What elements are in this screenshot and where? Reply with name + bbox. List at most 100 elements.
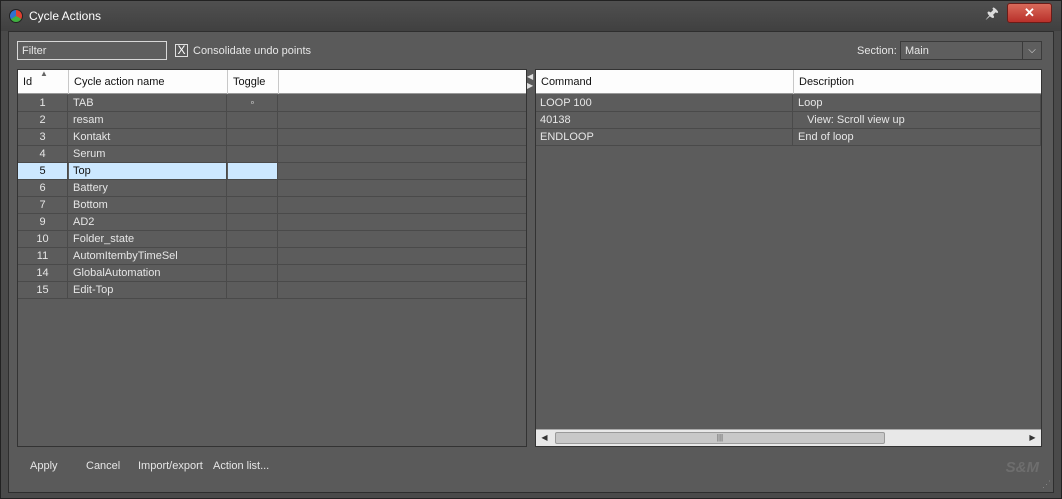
sort-ascending-icon: ▲: [40, 69, 48, 78]
table-row[interactable]: 5 Top: [18, 163, 526, 180]
table-row[interactable]: 9 AD2: [18, 214, 526, 231]
cell-empty: [279, 231, 526, 247]
cell-empty: [279, 197, 526, 213]
cell-toggle: [228, 265, 278, 281]
scroll-right-icon[interactable]: ▶: [1024, 430, 1041, 446]
cell-empty: [279, 146, 526, 162]
cell-description: View: Scroll view up: [794, 112, 1041, 128]
sm-logo: S&M: [1005, 459, 1039, 476]
cell-name: Top: [69, 163, 227, 179]
section-value: Main: [905, 45, 929, 57]
cell-name: TAB: [69, 95, 227, 111]
reaper-icon: [9, 9, 23, 23]
table-row[interactable]: 2 resam: [18, 112, 526, 129]
cell-name: GlobalAutomation: [69, 265, 227, 281]
cell-id: 3: [18, 129, 68, 145]
cell-toggle: [228, 282, 278, 298]
cell-id: 1: [18, 95, 68, 111]
cell-name: Bottom: [69, 197, 227, 213]
table-row[interactable]: 4 Serum: [18, 146, 526, 163]
cell-toggle: ◦: [228, 95, 278, 111]
cell-id: 2: [18, 112, 68, 128]
table-row[interactable]: 40138 View: Scroll view up: [536, 112, 1041, 129]
panel-splitter[interactable]: ◀ ▶: [527, 72, 535, 92]
import-export-button[interactable]: Import/export: [138, 460, 203, 472]
consolidate-undo-checkbox[interactable]: X: [175, 44, 188, 57]
cell-id: 10: [18, 231, 68, 247]
cell-name: Serum: [69, 146, 227, 162]
collapse-right-icon[interactable]: ▶: [527, 81, 535, 90]
cell-id: 5: [18, 163, 68, 179]
table-row[interactable]: 10 Folder_state: [18, 231, 526, 248]
table-row[interactable]: 1 TAB ◦: [18, 95, 526, 112]
filter-input[interactable]: [17, 41, 167, 60]
cell-empty: [279, 163, 526, 179]
cell-id: 4: [18, 146, 68, 162]
cell-toggle: [228, 112, 278, 128]
cell-name: Battery: [69, 180, 227, 196]
horizontal-scrollbar[interactable]: ◀ ||| ▶: [536, 429, 1041, 446]
close-button[interactable]: ✕: [1007, 3, 1052, 23]
table-row[interactable]: ENDLOOP End of loop: [536, 129, 1041, 146]
column-header-description[interactable]: Description: [794, 70, 1041, 94]
cell-id: 11: [18, 248, 68, 264]
collapse-left-icon[interactable]: ◀: [527, 72, 535, 81]
commands-list[interactable]: Command Description LOOP 100 Loop 40138 Vi…: [535, 69, 1042, 447]
cell-toggle: [228, 129, 278, 145]
cycle-actions-window: Cycle Actions 🖈 ✕ X Consolidate undo poi…: [0, 0, 1062, 499]
cell-id: 7: [18, 197, 68, 213]
window-title: Cycle Actions: [29, 9, 102, 23]
table-row[interactable]: 3 Kontakt: [18, 129, 526, 146]
cell-toggle: [228, 214, 278, 230]
column-header-command[interactable]: Command: [536, 70, 794, 94]
cell-name: AD2: [69, 214, 227, 230]
table-row[interactable]: 15 Edit-Top: [18, 282, 526, 299]
cell-name: AutomItembyTimeSel: [69, 248, 227, 264]
cell-empty: [279, 265, 526, 281]
column-header-id[interactable]: Id ▲: [18, 70, 69, 94]
cell-command: LOOP 100: [536, 95, 793, 111]
column-header-id-label: Id: [23, 76, 33, 88]
cell-id: 9: [18, 214, 68, 230]
cell-description: Loop: [794, 95, 1041, 111]
cell-toggle: [228, 231, 278, 247]
table-row[interactable]: 14 GlobalAutomation: [18, 265, 526, 282]
column-header-toggle[interactable]: Toggle: [228, 70, 279, 94]
table-row[interactable]: 11 AutomItembyTimeSel: [18, 248, 526, 265]
cell-description: End of loop: [794, 129, 1041, 145]
cell-name: resam: [69, 112, 227, 128]
section-dropdown[interactable]: Main ⌵: [900, 41, 1042, 60]
table-row[interactable]: 7 Bottom: [18, 197, 526, 214]
cell-toggle: [228, 248, 278, 264]
apply-button[interactable]: Apply: [30, 460, 58, 472]
cell-toggle: [228, 163, 278, 179]
cycle-actions-list[interactable]: Id ▲ Cycle action name Toggle 1 TAB ◦ 2 resa…: [17, 69, 527, 447]
table-row[interactable]: LOOP 100 Loop: [536, 95, 1041, 112]
scrollbar-thumb[interactable]: |||: [555, 432, 885, 444]
cell-toggle: [228, 146, 278, 162]
cell-empty: [279, 282, 526, 298]
cell-name: Edit-Top: [69, 282, 227, 298]
cell-toggle: [228, 197, 278, 213]
table-row[interactable]: 6 Battery: [18, 180, 526, 197]
chevron-down-icon[interactable]: ⌵: [1022, 42, 1041, 59]
section-label: Section:: [857, 45, 897, 57]
scroll-left-icon[interactable]: ◀: [536, 430, 553, 446]
commands-header: Command Description: [536, 70, 1041, 94]
cell-empty: [279, 214, 526, 230]
cell-id: 15: [18, 282, 68, 298]
cell-command: ENDLOOP: [536, 129, 793, 145]
column-header-name[interactable]: Cycle action name: [69, 70, 228, 94]
cell-id: 6: [18, 180, 68, 196]
consolidate-undo-label[interactable]: Consolidate undo points: [193, 45, 311, 57]
title-bar[interactable]: Cycle Actions 🖈 ✕: [1, 1, 1061, 31]
cancel-button[interactable]: Cancel: [86, 460, 120, 472]
cell-empty: [279, 129, 526, 145]
action-list-button[interactable]: Action list...: [213, 460, 269, 472]
cell-empty: [279, 180, 526, 196]
pin-icon[interactable]: 🖈: [983, 5, 1001, 23]
resize-grip-icon[interactable]: ⋰: [1042, 479, 1051, 490]
cell-id: 14: [18, 265, 68, 281]
cell-empty: [279, 112, 526, 128]
cell-command: 40138: [536, 112, 793, 128]
